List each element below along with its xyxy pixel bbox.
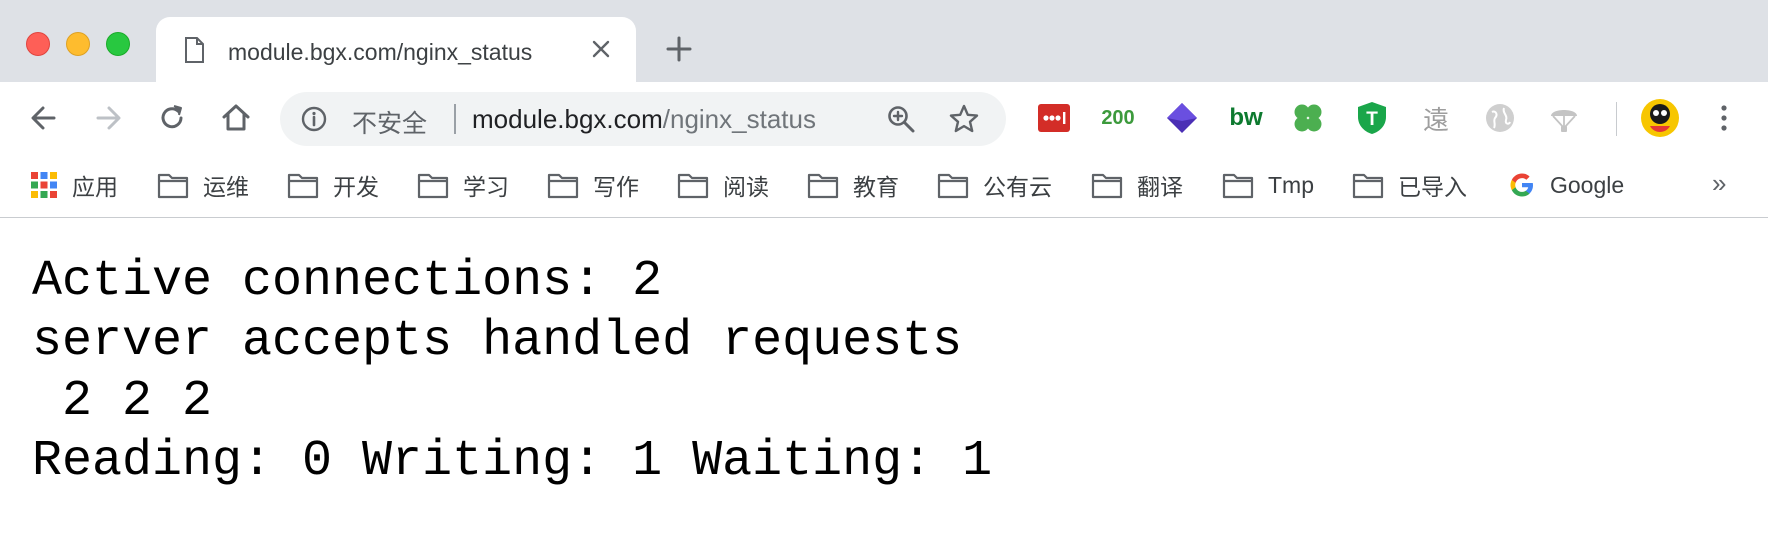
bookmark-folder-5[interactable]: 教育 [807,168,899,202]
tab-active[interactable]: module.bgx.com/nginx_status [156,17,636,82]
calligraphy-icon[interactable]: 遠 [1418,100,1454,136]
info-icon[interactable] [300,105,328,133]
folder-icon [287,173,319,199]
avatar[interactable] [1640,98,1680,138]
bookmark-apps[interactable]: 应用 [30,168,118,202]
folder-icon [547,173,579,199]
folder-icon [677,173,709,199]
http-status-label: 200 [1101,106,1135,129]
layers-icon[interactable] [1164,100,1200,136]
window-close-button[interactable] [26,32,50,56]
close-tab-icon[interactable] [588,36,614,62]
folder-icon [157,173,189,199]
folder-icon [807,173,839,199]
bookmark-folder-label: 已导入 [1398,174,1467,200]
bookmark-folder-label: 教育 [853,174,899,200]
url-text[interactable]: module.bgx.com/nginx_status [472,104,816,135]
tab-strip: module.bgx.com/nginx_status [0,0,1768,82]
calligraphy-label: 遠 [1422,104,1449,135]
forward-icon[interactable] [90,100,126,136]
url-host: module.bgx.com [472,104,663,134]
bookmark-google-label: Google [1550,171,1625,198]
folder-icon [1091,173,1123,199]
new-tab-icon[interactable] [664,34,694,64]
folder-icon [417,173,449,199]
bookmark-folder-label: 翻译 [1137,174,1183,200]
shield-t-icon[interactable]: T [1354,100,1390,136]
clover-icon[interactable] [1290,100,1326,136]
svg-text:T: T [1366,109,1378,130]
google-icon [1510,173,1533,197]
globe-icon[interactable] [1482,100,1518,136]
folder-icon [1222,173,1254,199]
bookmark-folder-0[interactable]: 运维 [157,168,249,202]
url-divider [454,104,456,134]
star-icon[interactable] [948,103,980,135]
apps-grid-icon [31,172,57,198]
menu-icon[interactable] [1706,100,1742,136]
back-icon[interactable] [26,100,62,136]
folder-icon [937,173,969,199]
bookmark-folder-label: 阅读 [723,174,769,200]
bookmark-folder-4[interactable]: 阅读 [677,168,769,202]
bookmark-folder-label: 公有云 [983,174,1052,200]
bookmark-folder-label: 写作 [593,174,639,200]
bw-label: bw [1229,104,1263,131]
parachute-icon[interactable] [1546,100,1582,136]
bookmark-folder-1[interactable]: 开发 [287,168,379,202]
bookmark-folder-label: 学习 [463,174,509,200]
document-icon [185,37,204,63]
address-bar[interactable]: 不安全 module.bgx.com/nginx_status [280,92,1006,146]
bookmark-google[interactable]: Google [1508,168,1624,202]
bookmarks-more-button[interactable]: » [1712,168,1726,199]
home-icon[interactable] [218,100,254,136]
bookmark-folder-8[interactable]: Tmp [1222,168,1314,202]
bw-icon[interactable]: bw [1228,100,1264,136]
http-status-200-icon[interactable]: 200 [1098,100,1138,136]
bookmark-folder-9[interactable]: 已导入 [1352,168,1467,202]
url-path: /nginx_status [662,104,816,134]
window-minimize-button[interactable] [66,32,90,56]
lastpass-icon[interactable] [1036,100,1072,136]
folder-icon [1352,173,1384,199]
bookmark-folder-7[interactable]: 翻译 [1091,168,1183,202]
tab-title: module.bgx.com/nginx_status [228,39,533,65]
extension-separator [1616,102,1617,136]
security-label[interactable]: 不安全 [352,104,427,140]
page-content: Active connections: 2 server accepts han… [32,252,992,492]
bookmark-folder-label: 运维 [203,174,249,200]
reload-icon[interactable] [154,100,190,136]
window-maximize-button[interactable] [106,32,130,56]
toolbar: 不安全 module.bgx.com/nginx_status 200 bw T… [0,82,1768,154]
nginx-status-text: Active connections: 2 server accepts han… [32,253,993,490]
bookmark-folder-3[interactable]: 写作 [547,168,639,202]
bookmark-folder-label: 开发 [333,174,379,200]
bookmark-folder-label: Tmp [1268,171,1314,198]
bookmark-folder-2[interactable]: 学习 [417,168,509,202]
zoom-icon[interactable] [886,104,916,134]
bookmarks-bar: 应用 运维 开发 学习 写作 阅读 教育 公有云 翻译 Tmp 已导入 Goog… [0,154,1768,218]
bookmark-folder-6[interactable]: 公有云 [937,168,1052,202]
bookmark-apps-label: 应用 [72,174,118,200]
